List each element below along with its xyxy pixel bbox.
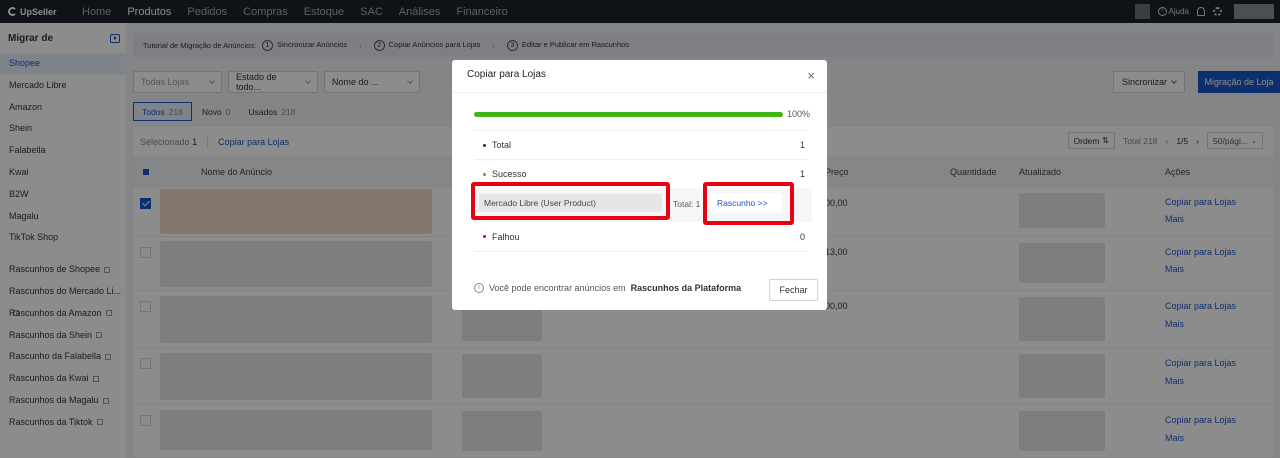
success-value: 1 (799, 169, 805, 179)
divider (474, 251, 807, 252)
highlight-box-draft (703, 182, 794, 225)
stat-total-row: Total 1 (474, 130, 807, 159)
footer-note: i Você pode encontrar anúncios em Rascun… (474, 283, 741, 293)
divider (452, 92, 827, 93)
bullet-icon (483, 143, 486, 147)
copy-to-stores-dialog: Copiar para Lojas × 100% Total 1 Sucesso… (452, 60, 827, 310)
progress-label: 100% (786, 109, 810, 119)
failed-value: 0 (799, 231, 805, 242)
failed-dot-icon (483, 235, 486, 238)
progress-fill (474, 112, 783, 117)
store-total: Total: 1 (673, 199, 701, 209)
note-platform-drafts: Rascunhos da Plataforma (630, 283, 742, 293)
close-button[interactable]: Fechar (769, 279, 818, 301)
highlight-box-store (471, 182, 670, 220)
total-value: 1 (799, 140, 805, 150)
close-icon[interactable]: × (807, 69, 815, 82)
stat-failed-row: Falhou 0 (474, 222, 807, 251)
dialog-title: Copiar para Lojas (467, 69, 546, 80)
info-icon: i (474, 283, 484, 293)
progress-bar (474, 112, 783, 117)
success-dot-icon (483, 172, 486, 176)
